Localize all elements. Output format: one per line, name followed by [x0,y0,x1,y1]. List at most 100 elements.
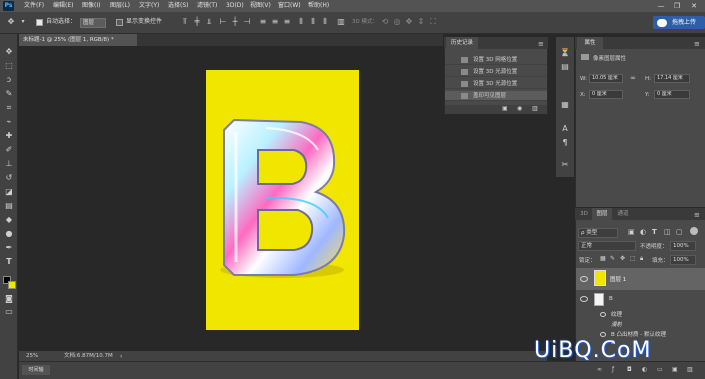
history-tab[interactable]: 历史记录 [446,37,478,49]
distribute-right-icon[interactable]: ⦀ [320,17,330,27]
new-adjustment-icon[interactable]: ◐ [642,366,647,373]
quick-mask-icon[interactable]: ◙ [3,294,15,304]
tab-channels[interactable]: 通道 [613,208,633,220]
tab-layers[interactable]: 图层 [592,208,612,220]
type-tool-icon[interactable]: T [3,257,15,267]
trash-icon[interactable]: ▥ [532,105,538,112]
blur-tool-icon[interactable]: ◆ [3,215,15,225]
new-document-from-state-icon[interactable]: ▣ [502,105,508,112]
lasso-tool-icon[interactable]: ↄ [3,75,15,85]
distribute-top-icon[interactable]: ≡ [258,17,268,27]
height-input[interactable]: 17.14 厘米 [654,74,690,83]
history-item[interactable]: 设置 3D 网格位置 [445,55,547,65]
menu-item-select[interactable]: 选择(S) [168,0,189,12]
eyedropper-tool-icon[interactable]: ⌁ [3,117,15,127]
eraser-tool-icon[interactable]: ◪ [3,187,15,197]
y-input[interactable]: 0 厘米 [654,90,690,99]
lock-artboard-icon[interactable]: ⬚ [630,255,636,262]
width-input[interactable]: 10.05 厘米 [589,74,623,83]
history-item[interactable]: 设置 3D 光源位置 [445,67,547,77]
character-panel-icon[interactable]: A [559,124,571,134]
history-brush-tool-icon[interactable]: ↺ [3,173,15,183]
properties-panel-icon[interactable]: ▤ [559,62,571,72]
paragraph-styles-icon[interactable]: ▦ [559,100,571,110]
panel-menu-icon[interactable]: ≡ [694,211,700,219]
timeline-tab[interactable]: 时间轴 [22,365,50,375]
fill-input[interactable]: 100% [670,255,696,265]
layer-filter-dropdown[interactable]: ρ 类型 [578,228,618,238]
camera-icon[interactable]: ◉ [517,105,522,112]
filter-smart-object-icon[interactable]: ▢ [676,228,683,236]
menu-item-file[interactable]: 文件(F) [24,0,44,12]
healing-brush-tool-icon[interactable]: ✚ [3,131,15,141]
chevron-right-icon[interactable]: › [120,353,122,360]
orbit-3d-icon[interactable]: ⟲ [380,17,390,27]
menu-item-image[interactable]: 图像(I) [82,0,100,12]
history-item[interactable]: 设置 3D 光源位置 [445,79,547,89]
menu-item-window[interactable]: 窗口(W) [278,0,301,12]
chevron-down-icon[interactable]: ▾ [18,17,28,27]
marquee-tool-icon[interactable]: ⬚ [3,61,15,71]
restore-button[interactable]: ❐ [672,0,682,12]
pen-tool-icon[interactable]: ✒ [3,243,15,253]
layer-sub-item[interactable]: 漫射 [611,320,622,328]
distribute-vcenter-icon[interactable]: ≡ [270,17,280,27]
add-mask-icon[interactable]: ◘ [627,366,632,373]
visibility-eye-icon[interactable] [580,296,588,302]
align-hcenter-icon[interactable]: ┼ [230,17,240,27]
history-panel-icon[interactable]: ⏳ [559,48,571,58]
filter-pixel-icon[interactable]: ▣ [628,228,635,236]
menu-item-3d[interactable]: 3D(D) [226,0,244,12]
auto-align-icon[interactable]: ▥ [336,17,346,27]
distribute-left-icon[interactable]: ⦀ [296,17,306,27]
document-info[interactable]: 文档:6.87M/10.7M [64,351,113,361]
roll-3d-icon[interactable]: ◎ [392,17,402,27]
distribute-hcenter-icon[interactable]: ⦀ [308,17,318,27]
properties-tab[interactable]: 属性 [577,37,603,49]
screen-mode-icon[interactable]: ▭ [3,307,15,317]
scale-3d-icon[interactable]: ⛶ [428,17,438,27]
new-group-icon[interactable]: ▭ [657,366,663,373]
link-icon[interactable]: ∞ [628,74,638,83]
paragraph-panel-icon[interactable]: ¶ [559,138,571,148]
align-right-icon[interactable]: ⊣ [242,17,252,27]
lock-all-icon[interactable]: 🔒︎ [640,255,643,263]
new-layer-icon[interactable]: ▣ [672,366,678,373]
background-color-swatch[interactable] [8,281,16,289]
document-tab[interactable]: 未标题-1 @ 25% (图层 1, RGB/8) * [19,34,137,46]
crop-tool-icon[interactable]: ⌗ [3,103,15,113]
opacity-input[interactable]: 100% [670,241,696,251]
move-tool-icon[interactable]: ✥ [3,47,15,57]
visibility-eye-icon[interactable] [600,312,606,317]
layer-name[interactable]: 图层 1 [610,275,626,283]
filter-toggle[interactable] [690,227,698,235]
menu-item-filter[interactable]: 滤镜(T) [197,0,217,12]
stamp-tool-icon[interactable]: ⊥ [3,159,15,169]
align-left-icon[interactable]: ⊢ [218,17,228,27]
menu-item-view[interactable]: 视图(V) [250,0,271,12]
add-style-icon[interactable]: ƒ [612,366,614,373]
link-layers-icon[interactable]: ∞ [597,366,602,373]
layer-sub-item[interactable]: 纹理 [611,310,622,318]
layer-sub-item[interactable]: B 凸出材质 - 默认纹理 [611,330,666,338]
filter-type-icon[interactable]: T [652,228,657,236]
visibility-eye-icon[interactable] [600,332,606,337]
quick-select-tool-icon[interactable]: ✎ [3,89,15,99]
align-vcenter-icon[interactable]: ╪ [192,17,202,27]
align-bottom-icon[interactable]: ⫫ [204,17,214,27]
blend-mode-dropdown[interactable]: 正常 [578,241,636,251]
pan-3d-icon[interactable]: ✥ [404,17,414,27]
lock-position-icon[interactable]: ✥ [620,255,625,262]
align-top-icon[interactable]: ⫪ [180,17,190,27]
lock-pixels-icon[interactable]: ✎ [610,255,615,262]
layer-name[interactable]: B [609,296,613,302]
auto-select-checkbox[interactable] [36,19,43,26]
filter-adjustment-icon[interactable]: ◐ [640,228,646,236]
layer-select-dropdown[interactable]: 图层 [80,18,106,28]
brush-tool-icon[interactable]: ✐ [3,145,15,155]
panel-menu-icon[interactable]: ≡ [538,40,544,48]
show-transform-checkbox[interactable] [116,19,123,26]
panel-menu-icon[interactable]: ≡ [694,40,700,48]
menu-item-edit[interactable]: 编辑(E) [53,0,73,12]
filter-shape-icon[interactable]: ◫ [664,228,671,236]
